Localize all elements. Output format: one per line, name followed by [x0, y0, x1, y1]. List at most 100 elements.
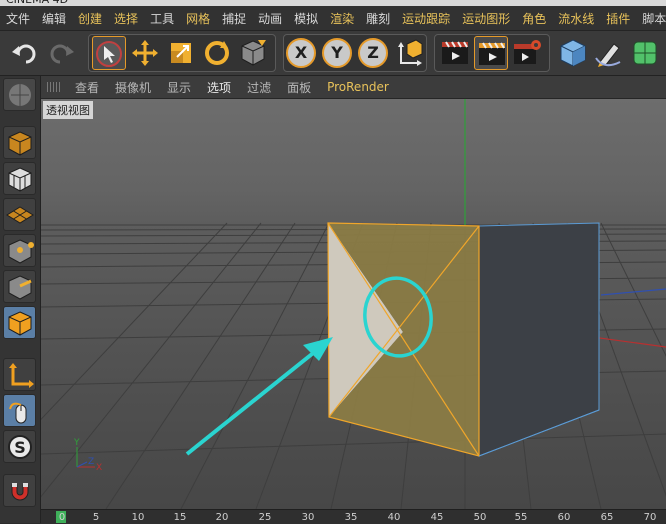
make-editable-icon — [9, 84, 31, 106]
scale-tool-button[interactable] — [164, 36, 198, 70]
viewport-menu-display[interactable]: 显示 — [159, 79, 199, 96]
snap-button[interactable]: S — [3, 430, 36, 463]
axis-gizmo: Y Z X — [73, 438, 102, 473]
viewport-menu-view[interactable]: 查看 — [67, 79, 107, 96]
timeline-tick: 55 — [514, 512, 528, 523]
redo-button[interactable] — [44, 36, 78, 70]
menu-bar: 文件 编辑 创建 选择 工具 网格 捕捉 动画 模拟 渲染 雕刻 运动跟踪 运动… — [0, 6, 666, 31]
workplane-icon — [6, 206, 34, 224]
menu-script[interactable]: 脚本 — [636, 10, 666, 27]
tweak-mode-icon — [9, 402, 27, 424]
timeline-tick: 45 — [430, 512, 444, 523]
menu-mesh[interactable]: 网格 — [180, 10, 216, 27]
timeline-tick: 50 — [473, 512, 487, 523]
menu-tools[interactable]: 工具 — [144, 10, 180, 27]
menu-mograph[interactable]: 运动图形 — [456, 10, 516, 27]
make-editable-button[interactable] — [3, 78, 36, 111]
menu-motion-tracker[interactable]: 运动跟踪 — [396, 10, 456, 27]
viewport-scene: Y Z X — [41, 99, 666, 509]
snap-icon: S — [8, 435, 32, 459]
menu-pipeline[interactable]: 流水线 — [552, 10, 600, 27]
viewport-menu-filter[interactable]: 过滤 — [239, 79, 279, 96]
menu-sculpt[interactable]: 雕刻 — [360, 10, 396, 27]
x-axis-lock-button[interactable]: X — [286, 38, 316, 68]
polygon-mode-icon — [8, 311, 32, 336]
menu-file[interactable]: 文件 — [0, 10, 36, 27]
pen-spline-button[interactable] — [592, 36, 626, 70]
timeline-tick: 70 — [643, 512, 657, 523]
viewport-menu-bar: 查看 摄像机 显示 选项 过滤 面板 ProRender — [41, 76, 666, 99]
timeline-tick: 65 — [600, 512, 614, 523]
viewport-menu-options[interactable]: 选项 — [199, 79, 239, 96]
menu-render[interactable]: 渲染 — [324, 10, 360, 27]
undo-button[interactable] — [8, 36, 42, 70]
workplane-mode-button[interactable] — [3, 198, 36, 231]
menu-create[interactable]: 创建 — [72, 10, 108, 27]
viewport-menu-prorender[interactable]: ProRender — [319, 80, 397, 94]
timeline-tick: 15 — [173, 512, 187, 523]
select-cursor-icon — [96, 41, 122, 67]
cube-primitive-button[interactable] — [556, 36, 590, 70]
scale-icon — [171, 43, 191, 63]
annotation-arrow — [185, 348, 319, 456]
render-settings-button[interactable] — [510, 36, 544, 70]
menu-simulate[interactable]: 模拟 — [288, 10, 324, 27]
menu-character[interactable]: 角色 — [516, 10, 552, 27]
move-icon — [132, 40, 158, 66]
point-mode-button[interactable] — [3, 234, 36, 267]
axis-mode-icon — [9, 363, 34, 388]
subdivision-surface-button[interactable] — [628, 36, 662, 70]
timeline-tick: 10 — [131, 512, 145, 523]
cube-right-face[interactable] — [478, 222, 600, 457]
live-selection-button[interactable] — [92, 36, 126, 70]
menu-select[interactable]: 选择 — [108, 10, 144, 27]
rotate-icon — [205, 41, 229, 65]
timeline-ruler[interactable]: 0 5 10 15 20 25 30 35 40 45 50 55 60 65 … — [41, 509, 666, 524]
z-axis-lock-button[interactable]: Z — [358, 38, 388, 68]
tweak-mode-button[interactable] — [3, 394, 36, 427]
pen-spline-icon — [595, 43, 621, 67]
object-cube-icon — [241, 40, 266, 66]
cube-primitive-icon — [560, 39, 586, 67]
menu-edit[interactable]: 编辑 — [36, 10, 72, 27]
texture-mode-icon — [8, 167, 32, 192]
redo-icon — [50, 44, 74, 64]
rotate-tool-button[interactable] — [200, 36, 234, 70]
render-view-icon — [442, 41, 468, 64]
timeline-tick: 20 — [215, 512, 229, 523]
menu-snap[interactable]: 捕捉 — [216, 10, 252, 27]
move-tool-button[interactable] — [128, 36, 162, 70]
coordinate-system-button[interactable] — [392, 36, 426, 70]
magnet-icon — [11, 483, 29, 501]
gizmo-x-label: X — [96, 463, 102, 473]
viewport-menu-cameras[interactable]: 摄像机 — [107, 79, 159, 96]
y-axis-lock-button[interactable]: Y — [322, 38, 352, 68]
timeline-tick: 0 — [58, 512, 66, 523]
svg-text:S: S — [14, 438, 26, 457]
model-mode-button[interactable] — [3, 126, 36, 159]
recent-object-button[interactable] — [236, 36, 270, 70]
coordinate-system-icon — [398, 39, 423, 66]
axis-mode-button[interactable] — [3, 358, 36, 391]
menu-animate[interactable]: 动画 — [252, 10, 288, 27]
render-view-button[interactable] — [438, 36, 472, 70]
polygon-mode-button[interactable] — [3, 306, 36, 339]
model-mode-icon — [8, 131, 32, 156]
gizmo-y-label: Y — [73, 438, 80, 448]
menu-plugins[interactable]: 插件 — [600, 10, 636, 27]
viewport-menu-panel[interactable]: 面板 — [279, 79, 319, 96]
render-to-picture-viewer-button[interactable] — [474, 36, 508, 70]
timeline-tick: 30 — [301, 512, 315, 523]
perspective-viewport[interactable]: Y Z X 透视视图 — [41, 99, 666, 509]
timeline-tick: 60 — [557, 512, 571, 523]
viewport-grip-handle[interactable] — [47, 82, 61, 92]
mode-palette: S — [0, 76, 41, 523]
subdivision-icon — [633, 41, 657, 65]
point-mode-icon — [8, 239, 34, 264]
edge-mode-button[interactable] — [3, 270, 36, 303]
timeline-tick: 35 — [344, 512, 358, 523]
timeline-tick: 5 — [92, 512, 100, 523]
texture-mode-button[interactable] — [3, 162, 36, 195]
magnet-button[interactable] — [3, 474, 36, 507]
cube-object[interactable] — [327, 222, 600, 457]
